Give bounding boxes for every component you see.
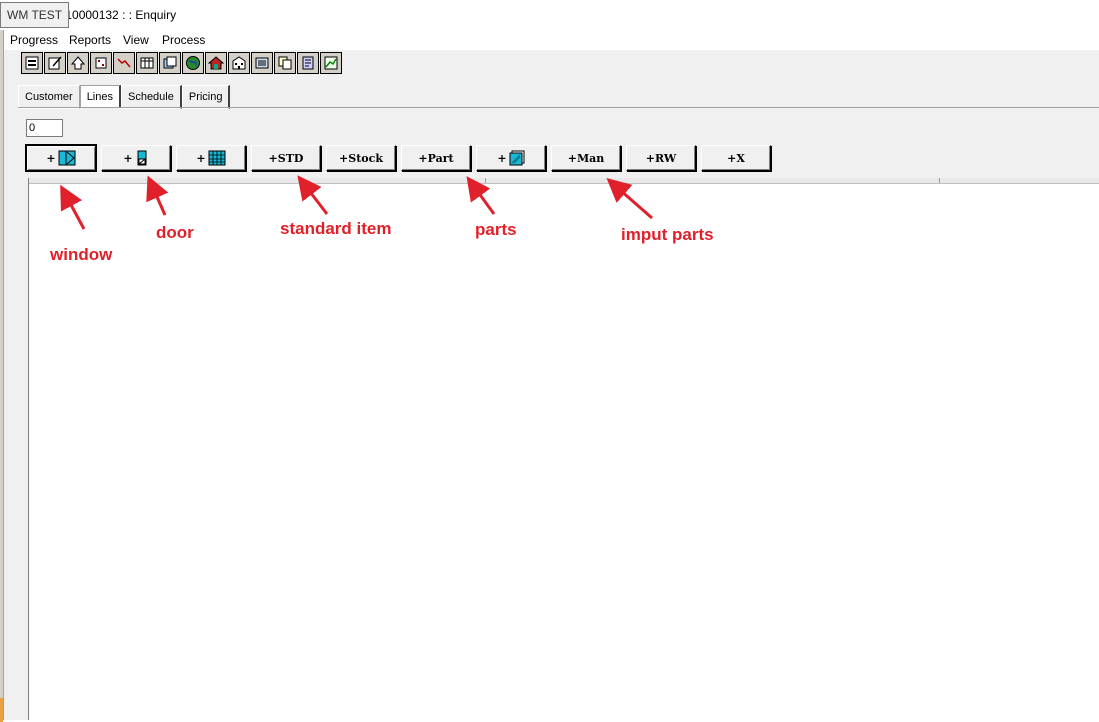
tab-lines[interactable]: Lines [79, 85, 121, 108]
add-stock-button[interactable]: +Stock [326, 145, 396, 171]
add-line-toolbar: + + + +STD +Stock +Part + +Man +RW +X [26, 145, 776, 171]
quantity-input[interactable] [26, 119, 63, 137]
annotation-window: window [50, 245, 113, 264]
upload-icon[interactable] [67, 52, 89, 74]
add-window-button[interactable]: + [26, 145, 96, 171]
add-grid-label: + [196, 151, 206, 165]
list-icon[interactable] [251, 52, 273, 74]
grid-dots-icon[interactable] [90, 52, 112, 74]
add-panel-label: + [497, 151, 507, 165]
add-door-label: + [123, 151, 133, 165]
wm-test-badge[interactable]: WM TEST [0, 2, 70, 28]
tab-customer[interactable]: Customer [18, 85, 80, 109]
menu-progress[interactable]: Progress [10, 33, 58, 47]
layers-icon[interactable] [159, 52, 181, 74]
properties-icon[interactable] [21, 52, 43, 74]
door-icon [137, 150, 147, 166]
add-grid-button[interactable]: + [176, 145, 246, 171]
add-part-button[interactable]: +Part [401, 145, 471, 171]
add-panel-button[interactable]: + [476, 145, 546, 171]
window-icon [58, 150, 76, 166]
document-icon[interactable] [297, 52, 319, 74]
globe-icon[interactable] [182, 52, 204, 74]
menu-view[interactable]: View [123, 33, 149, 47]
annotation-standard-item: standard item [280, 219, 392, 238]
grid-icon [208, 150, 226, 166]
main-content: Customer Lines Schedule Pricing + + + +S… [4, 50, 1099, 720]
graph-icon[interactable] [320, 52, 342, 74]
add-manual-part-button[interactable]: +Man [551, 145, 621, 171]
edit-icon[interactable] [44, 52, 66, 74]
edge-marker [0, 698, 3, 722]
annotation-imput-parts: imput parts [621, 225, 714, 244]
add-x-button[interactable]: +X [701, 145, 771, 171]
tab-bar: Customer Lines Schedule Pricing [18, 85, 231, 109]
add-rw-button[interactable]: +RW [626, 145, 696, 171]
tab-schedule[interactable]: Schedule [120, 85, 182, 109]
house-icon[interactable] [205, 52, 227, 74]
tab-divider [18, 107, 1099, 108]
copy-icon[interactable] [274, 52, 296, 74]
lines-grid[interactable] [28, 178, 1099, 720]
add-window-label: + [46, 151, 56, 165]
window-title: te 10000132 : : Enquiry [52, 8, 177, 22]
title-bar: WM TEST te 10000132 : : Enquiry [0, 0, 1099, 30]
annotation-door: door [156, 223, 194, 242]
menu-bar: Progress Reports View Process [0, 30, 1099, 50]
grid-column-divider [485, 178, 486, 183]
icon-toolbar [21, 52, 343, 76]
add-standard-item-button[interactable]: +STD [251, 145, 321, 171]
grid-header [29, 178, 1099, 184]
menu-reports[interactable]: Reports [69, 33, 111, 47]
tab-pricing[interactable]: Pricing [181, 85, 231, 109]
menu-process[interactable]: Process [162, 33, 205, 47]
chart-icon[interactable] [113, 52, 135, 74]
grid-column-divider [939, 178, 940, 183]
panel-icon [509, 150, 525, 166]
building-icon[interactable] [228, 52, 250, 74]
table-icon[interactable] [136, 52, 158, 74]
annotation-parts: parts [475, 220, 517, 239]
add-door-button[interactable]: + [101, 145, 171, 171]
